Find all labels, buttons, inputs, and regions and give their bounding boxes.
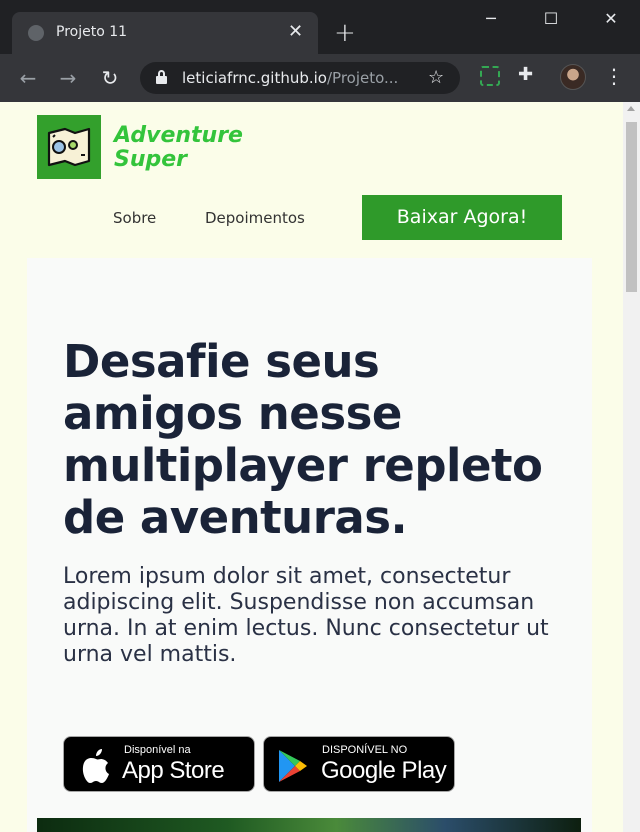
tab-title: Projeto 11 [56, 24, 128, 40]
scrollbar[interactable] [623, 102, 640, 832]
google-play-button[interactable]: DISPONÍVEL NO Google Play [263, 736, 455, 792]
hero-image [37, 818, 581, 832]
scrollbar-thumb[interactable] [626, 122, 637, 292]
url-text: leticiafrnc.github.io/Projeto... [182, 69, 399, 87]
globe-icon [28, 25, 44, 41]
tab-close-icon[interactable]: ✕ [288, 21, 303, 43]
forward-icon[interactable]: → [56, 66, 80, 90]
minimize-icon[interactable]: ─ [476, 6, 506, 32]
maximize-icon[interactable]: ☐ [536, 6, 566, 32]
nav-link-depoimentos[interactable]: Depoimentos [205, 209, 305, 227]
hero-description: Lorem ipsum dolor sit amet, consectetur … [63, 564, 549, 667]
browser-tab[interactable]: Projeto 11 ✕ [12, 12, 318, 54]
brand-name[interactable]: Adventure Super [114, 124, 243, 172]
app-store-button[interactable]: Disponível na App Store [63, 736, 255, 792]
kebab-icon[interactable]: ⋮ [604, 64, 624, 88]
window-close-icon[interactable]: ✕ [596, 6, 626, 32]
hero-card: Desafie seus amigos nesse multiplayer re… [27, 258, 592, 832]
logo[interactable] [37, 115, 101, 179]
page-viewport: Adventure Super Sobre Depoimentos Baixar… [0, 102, 640, 832]
star-icon[interactable]: ☆ [428, 67, 444, 88]
app-store-caption: Disponível na [124, 744, 191, 756]
google-play-caption: DISPONÍVEL NO [322, 744, 408, 756]
browser-titlebar: Projeto 11 ✕ + ─ ☐ ✕ [0, 0, 640, 54]
scroll-up-icon[interactable] [627, 106, 635, 111]
address-bar[interactable]: leticiafrnc.github.io/Projeto... ☆ [140, 62, 460, 94]
puzzle-icon[interactable]: ✚ [518, 64, 533, 85]
apple-icon [82, 749, 109, 783]
map-icon [47, 127, 91, 167]
back-icon[interactable]: ← [16, 66, 40, 90]
extension-icon[interactable] [480, 66, 500, 86]
hero-headline: Desafie seus amigos nesse multiplayer re… [63, 335, 543, 544]
new-tab-icon[interactable]: + [334, 20, 356, 46]
browser-toolbar: ← → ↻ leticiafrnc.github.io/Projeto... ☆… [0, 54, 640, 102]
google-play-label: Google Play [321, 757, 447, 784]
reload-icon[interactable]: ↻ [98, 66, 122, 90]
google-play-icon [279, 750, 307, 782]
download-now-button[interactable]: Baixar Agora! [362, 195, 562, 240]
profile-avatar[interactable] [560, 64, 586, 90]
lock-icon[interactable] [156, 70, 167, 84]
nav-link-sobre[interactable]: Sobre [113, 209, 156, 227]
app-store-label: App Store [122, 757, 225, 784]
